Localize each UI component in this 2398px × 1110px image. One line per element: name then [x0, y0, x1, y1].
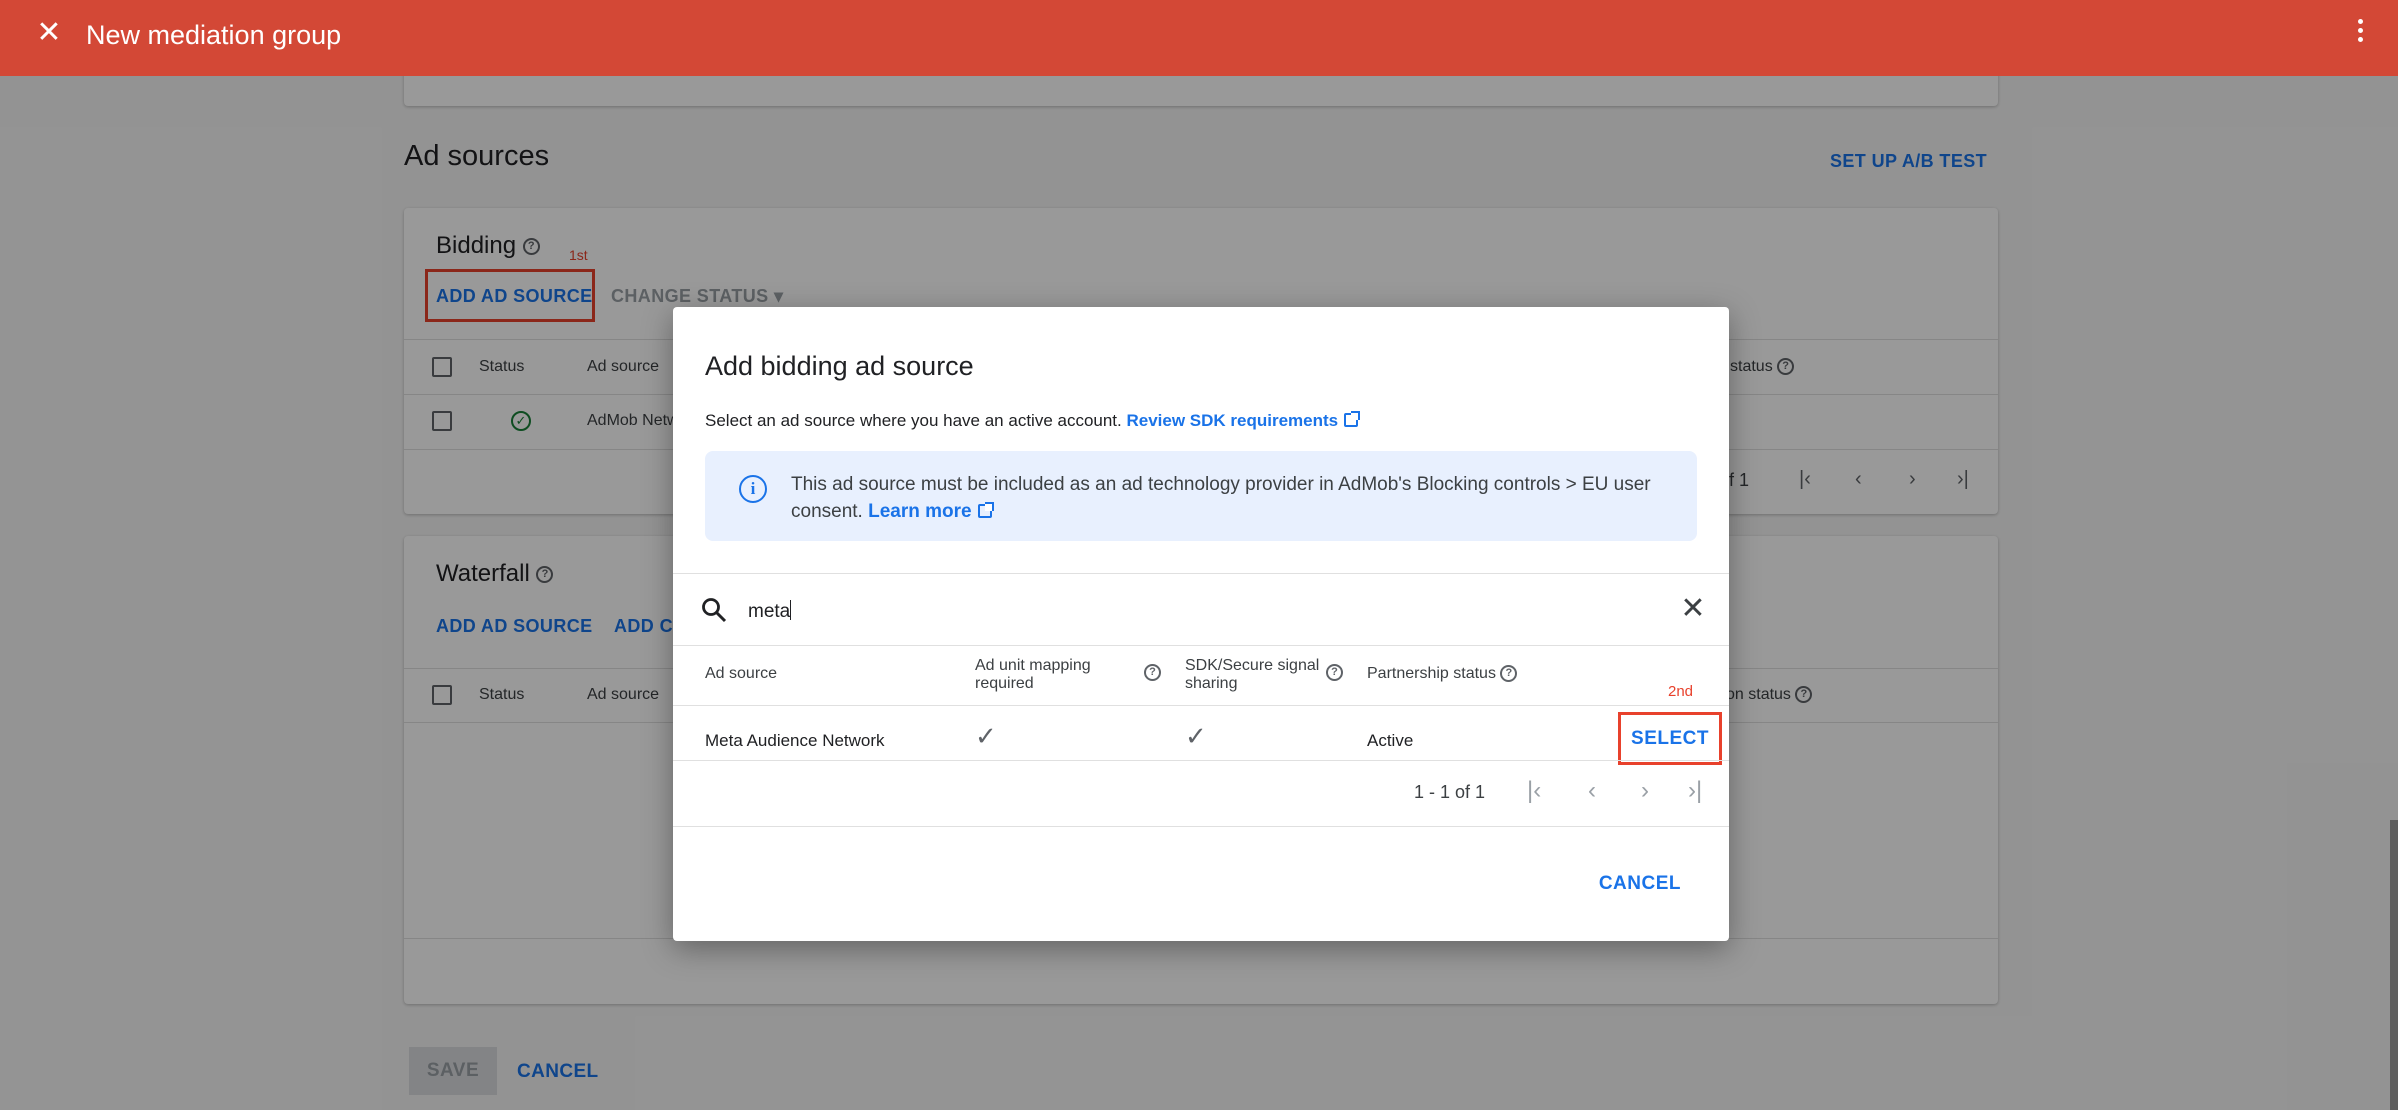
row-partnership-status: Active — [1367, 731, 1414, 750]
open-in-new-icon — [1344, 411, 1361, 427]
help-icon[interactable]: ? — [1144, 664, 1161, 681]
sdk-requirements-label: Review SDK requirements — [1126, 411, 1339, 430]
col-ad-source: Ad source — [705, 665, 778, 682]
dialog-subtitle-wrap: Select an ad source where you have an ac… — [705, 411, 1361, 431]
divider — [673, 645, 1729, 646]
scrollbar[interactable] — [2390, 820, 2398, 1110]
divider — [673, 573, 1729, 574]
next-page-icon[interactable]: › — [1641, 777, 1649, 805]
open-in-new-icon — [977, 502, 994, 518]
help-icon[interactable]: ? — [1326, 664, 1343, 681]
learn-more-label: Learn more — [868, 501, 972, 522]
add-bidding-ad-source-dialog: Add bidding ad source Select an ad sourc… — [673, 307, 1729, 941]
col-ad-unit-mapping: Ad unit mapping required — [975, 657, 1091, 692]
select-button[interactable]: SELECT — [1618, 712, 1722, 765]
divider — [673, 760, 1729, 761]
dialog-cancel-button[interactable]: CANCEL — [1599, 873, 1681, 895]
info-banner: i This ad source must be included as an … — [705, 451, 1697, 541]
info-text-wrap: This ad source must be included as an ad… — [791, 471, 1671, 525]
info-icon: i — [739, 475, 767, 503]
divider — [673, 705, 1729, 706]
search-icon — [702, 598, 727, 623]
search-value: meta — [748, 601, 791, 622]
more-vert-icon[interactable] — [2352, 16, 2368, 50]
search-input[interactable]: meta — [748, 600, 792, 623]
col-sdk-signal-sharing: SDK/Secure signal sharing — [1185, 657, 1320, 692]
learn-more-link[interactable]: Learn more — [868, 501, 994, 522]
page-title: New mediation group — [86, 20, 342, 50]
dialog-subtitle: Select an ad source where you have an ac… — [705, 411, 1122, 430]
col-partnership-status-label: Partnership status — [1367, 665, 1496, 682]
sdk-requirements-link[interactable]: Review SDK requirements — [1126, 411, 1361, 430]
col-partnership-status: Partnership status ? — [1367, 665, 1518, 683]
prev-page-icon[interactable]: ‹ — [1588, 777, 1596, 805]
step-2-label: 2nd — [1668, 683, 1694, 700]
checkmark-icon: ✓ — [1185, 721, 1207, 751]
help-icon[interactable]: ? — [1500, 665, 1518, 683]
last-page-icon[interactable]: ›| — [1688, 777, 1702, 805]
divider — [673, 826, 1729, 827]
close-icon[interactable]: ✕ — [34, 18, 64, 48]
first-page-icon[interactable]: |‹ — [1527, 777, 1541, 805]
clear-search-icon[interactable]: ✕ — [1679, 594, 1707, 624]
dialog-title: Add bidding ad source — [705, 351, 974, 381]
row-ad-source: Meta Audience Network — [705, 731, 885, 750]
dialog-pager-text: 1 - 1 of 1 — [1414, 782, 1486, 802]
checkmark-icon: ✓ — [975, 721, 997, 751]
app-bar: ✕ New mediation group — [0, 0, 2398, 76]
